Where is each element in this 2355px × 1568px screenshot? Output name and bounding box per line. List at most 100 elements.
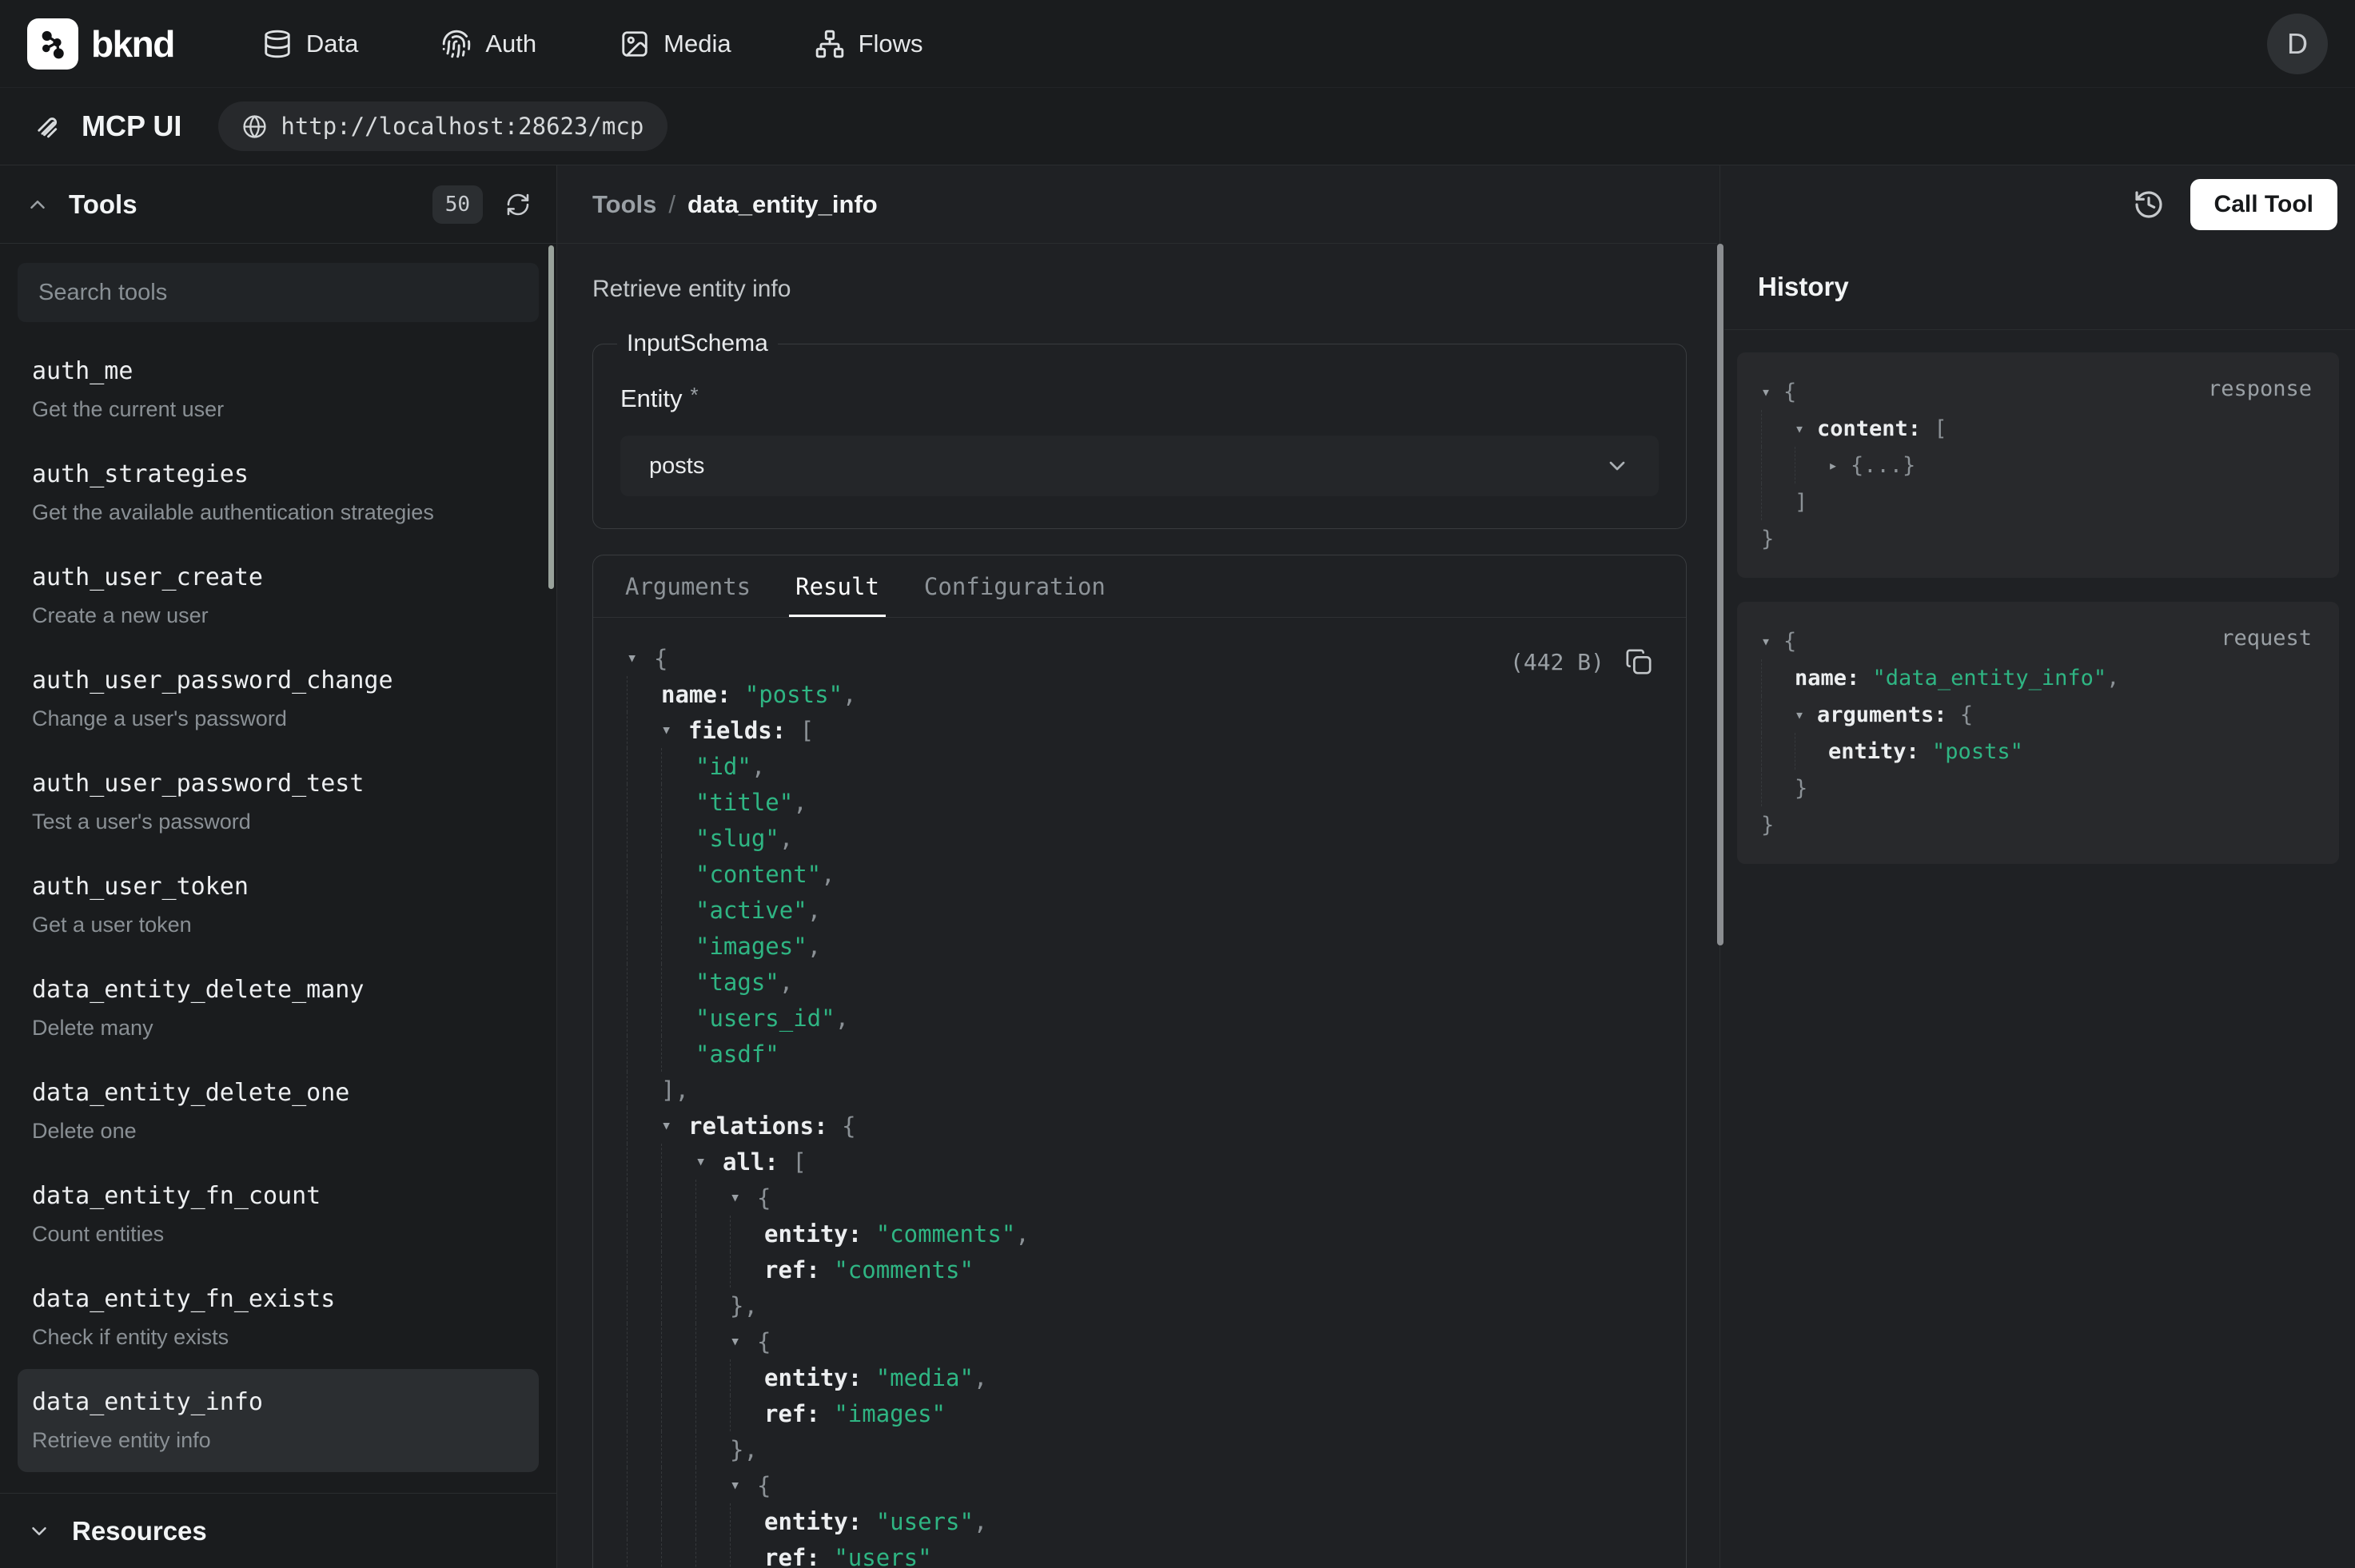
json-line: ▸{...} xyxy=(1761,447,2315,484)
tool-description: Delete one xyxy=(32,1119,524,1144)
tab-arguments[interactable]: Arguments xyxy=(625,555,751,617)
chevron-up-icon[interactable] xyxy=(26,193,50,217)
sidebar-item-auth_user_token[interactable]: auth_user_tokenGet a user token xyxy=(18,854,539,957)
sidebar-item-auth_user_create[interactable]: auth_user_createCreate a new user xyxy=(18,544,539,647)
history-title: History xyxy=(1724,243,2355,330)
sidebar-scrollbar[interactable] xyxy=(548,245,554,589)
entity-select-value: posts xyxy=(649,453,704,480)
tool-name: auth_user_token xyxy=(32,873,524,901)
sidebar-item-data_entity_delete_one[interactable]: data_entity_delete_oneDelete one xyxy=(18,1060,539,1163)
json-punct: { xyxy=(654,645,667,672)
sidebar-item-data_entity_delete_many[interactable]: data_entity_delete_manyDelete many xyxy=(18,957,539,1060)
nav-item-auth[interactable]: Auth xyxy=(441,29,536,59)
json-string: "id" xyxy=(695,753,751,780)
json-key: relations: xyxy=(688,1112,842,1140)
json-expand-icon[interactable]: ▸ xyxy=(1828,456,1851,475)
nav-item-flows[interactable]: Flows xyxy=(815,29,923,59)
indent-guide xyxy=(627,1359,661,1395)
json-punct: ] xyxy=(1795,490,1807,515)
indent-guide xyxy=(627,1072,661,1108)
json-line: "active", xyxy=(627,892,1654,928)
json-collapse-icon[interactable]: ▾ xyxy=(1795,419,1817,438)
mcp-url-chip[interactable]: http://localhost:28623/mcp xyxy=(218,101,667,151)
json-collapse-icon[interactable]: ▾ xyxy=(661,720,688,740)
tool-name: data_entity_fn_exists xyxy=(32,1285,524,1313)
json-collapse-icon[interactable]: ▾ xyxy=(1795,705,1817,724)
indent-guide xyxy=(661,1323,695,1359)
json-collapse-icon[interactable]: ▾ xyxy=(730,1188,757,1208)
sidebar-item-auth_strategies[interactable]: auth_strategiesGet the available authent… xyxy=(18,441,539,544)
json-string: "media" xyxy=(876,1364,974,1391)
fingerprint-icon xyxy=(441,29,472,59)
copy-icon[interactable] xyxy=(1625,648,1652,675)
main-panel: Tools / data_entity_info Retrieve entity… xyxy=(557,165,1717,1568)
json-line: "title", xyxy=(627,784,1654,820)
sidebar-item-auth_user_password_test[interactable]: auth_user_password_testTest a user's pas… xyxy=(18,750,539,854)
json-punct: , xyxy=(807,897,821,924)
json-collapse-icon[interactable]: ▾ xyxy=(627,648,654,668)
json-line: }, xyxy=(627,1287,1654,1323)
tools-section-header[interactable]: Tools 50 xyxy=(0,165,556,244)
indent-guide xyxy=(661,1180,695,1216)
indent-guide xyxy=(627,1216,661,1252)
tool-description: Get the available authentication strateg… xyxy=(32,500,524,525)
tool-description: Create a new user xyxy=(32,603,524,628)
user-avatar[interactable]: D xyxy=(2267,14,2328,74)
json-key: entity: xyxy=(764,1364,876,1391)
json-collapse-icon[interactable]: ▾ xyxy=(695,1152,723,1172)
json-string: "posts" xyxy=(1932,739,2023,764)
history-icon[interactable] xyxy=(2133,189,2165,221)
json-punct: , xyxy=(843,681,856,708)
bknd-logo-icon xyxy=(27,18,78,70)
history-entry-request[interactable]: request▾{name: "data_entity_info",▾argum… xyxy=(1737,602,2339,864)
resources-section-header[interactable]: Resources xyxy=(0,1493,556,1568)
tool-items: auth_meGet the current userauth_strategi… xyxy=(18,338,539,1472)
json-punct: } xyxy=(1795,776,1807,801)
tool-description: Test a user's password xyxy=(32,810,524,834)
tab-result[interactable]: Result xyxy=(795,555,879,617)
refresh-icon[interactable] xyxy=(505,192,531,217)
indent-guide xyxy=(695,1216,730,1252)
json-line: ▾all: [ xyxy=(627,1144,1654,1180)
entity-select[interactable]: posts xyxy=(620,436,1659,496)
brand-logo[interactable]: bknd xyxy=(27,18,174,70)
splitter-handle[interactable] xyxy=(1717,244,1723,945)
resources-section-title: Resources xyxy=(72,1516,207,1546)
json-punct: , xyxy=(793,789,807,816)
sidebar-item-auth_user_password_change[interactable]: auth_user_password_changeChange a user's… xyxy=(18,647,539,750)
nav-item-data[interactable]: Data xyxy=(262,29,358,59)
tab-configuration[interactable]: Configuration xyxy=(924,555,1106,617)
json-collapse-icon[interactable]: ▾ xyxy=(1761,631,1783,651)
tool-name: auth_me xyxy=(32,357,524,385)
call-tool-button[interactable]: Call Tool xyxy=(2190,179,2337,230)
breadcrumb-section[interactable]: Tools xyxy=(592,190,656,219)
history-entry-response[interactable]: response▾{▾content: [▸{...}]} xyxy=(1737,352,2339,578)
json-collapse-icon[interactable]: ▾ xyxy=(730,1331,757,1351)
indent-guide xyxy=(627,748,661,784)
tool-description: Retrieve entity info xyxy=(32,1428,524,1453)
json-string: "asdf" xyxy=(695,1041,779,1068)
json-punct: ], xyxy=(661,1077,689,1104)
sidebar-item-data_entity_fn_exists[interactable]: data_entity_fn_existsCheck if entity exi… xyxy=(18,1266,539,1369)
json-collapse-icon[interactable]: ▾ xyxy=(730,1475,757,1495)
sidebar-item-data_entity_info[interactable]: data_entity_infoRetrieve entity info xyxy=(18,1369,539,1472)
search-input[interactable] xyxy=(38,280,518,306)
json-collapse-icon[interactable]: ▾ xyxy=(1761,382,1783,401)
sidebar-item-data_entity_fn_count[interactable]: data_entity_fn_countCount entities xyxy=(18,1163,539,1266)
brand-name: bknd xyxy=(91,22,174,66)
json-string: "users" xyxy=(834,1544,931,1568)
indent-guide xyxy=(695,1359,730,1395)
indent-guide xyxy=(627,1323,661,1359)
json-string: "data_entity_info" xyxy=(1873,666,2107,690)
chevron-down-icon[interactable] xyxy=(27,1519,51,1543)
tool-description: Delete many xyxy=(32,1016,524,1041)
sidebar-item-auth_me[interactable]: auth_meGet the current user xyxy=(18,338,539,441)
json-collapse-icon[interactable]: ▾ xyxy=(661,1116,688,1136)
json-line: "slug", xyxy=(627,820,1654,856)
history-entries: response▾{▾content: [▸{...}]}request▾{na… xyxy=(1724,330,2355,888)
nav-item-media[interactable]: Media xyxy=(620,29,731,59)
result-json-lines: ▾{name: "posts",▾fields: ["id","title","… xyxy=(627,640,1654,1568)
json-punct: [ xyxy=(1934,416,1947,441)
indent-guide xyxy=(627,928,661,964)
indent-guide xyxy=(730,1216,764,1252)
